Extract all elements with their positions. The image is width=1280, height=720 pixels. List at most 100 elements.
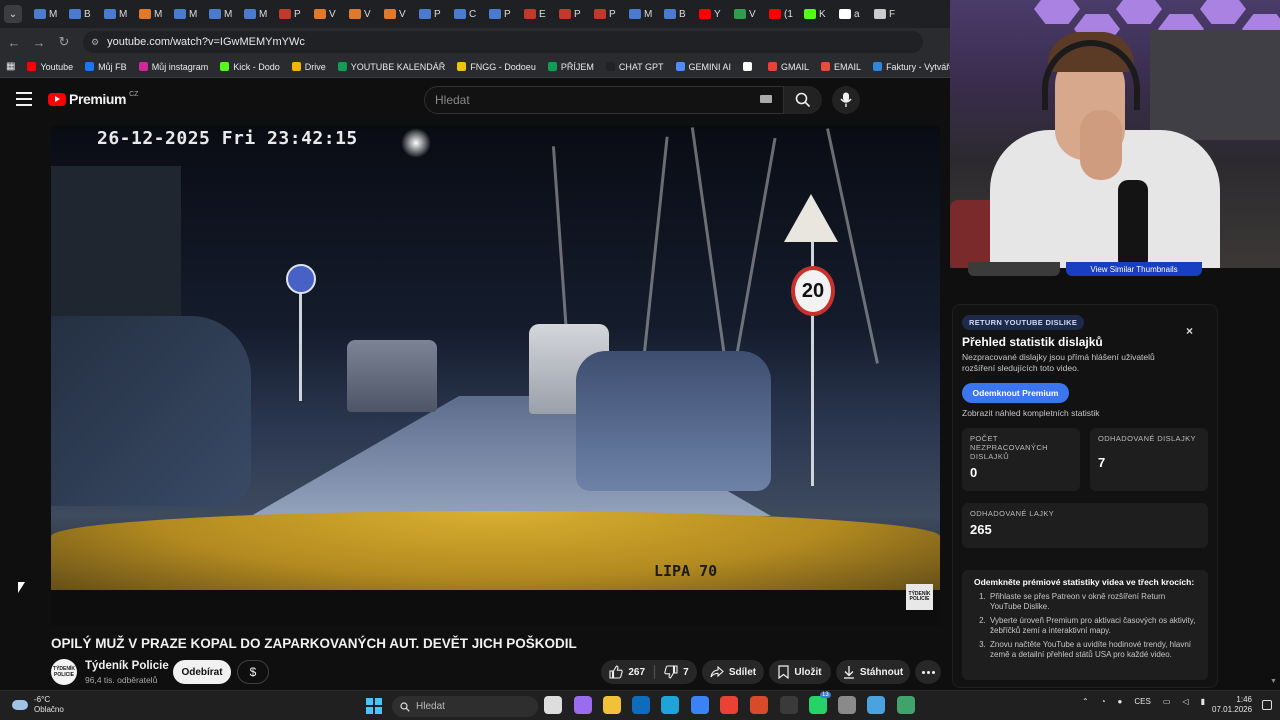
bookmark-item[interactable]: GEMINI AI <box>675 62 731 72</box>
keyboard-icon[interactable] <box>760 95 772 103</box>
weather-widget[interactable]: -6°C Oblačno <box>12 695 64 715</box>
browser-tab[interactable]: P <box>555 3 588 25</box>
language-indicator[interactable]: CES <box>1134 697 1150 706</box>
taskbar-clock[interactable]: 1:46 07.01.2026 <box>1212 695 1252 715</box>
bookmark-item[interactable] <box>743 62 756 71</box>
browser-tab[interactable]: V <box>380 3 413 25</box>
youtube-header: Premium CZ Hledat <box>0 78 950 122</box>
tab-search-dropdown-icon[interactable]: ⌄ <box>4 5 22 23</box>
voice-search-button[interactable] <box>832 86 860 114</box>
browser-tab[interactable]: P <box>590 3 623 25</box>
share-button[interactable]: Sdílet <box>702 660 764 684</box>
bookmark-item[interactable]: Drive <box>291 62 326 72</box>
whatsapp-icon[interactable] <box>809 696 827 714</box>
bookmark-favicon-icon <box>768 62 778 71</box>
bookmark-item[interactable]: PŘÍJEM <box>547 62 594 72</box>
save-button[interactable]: Uložit <box>769 660 831 684</box>
browser-tab[interactable]: B <box>660 3 693 25</box>
maps-icon[interactable] <box>897 696 915 714</box>
bookmark-item[interactable]: YOUTUBE KALENDÁŘ <box>337 62 445 72</box>
channel-name[interactable]: Týdeník Policie <box>85 660 169 672</box>
more-actions-button[interactable] <box>915 660 941 684</box>
preview-stats-link[interactable]: Zobrazit náhled kompletních statistik <box>962 408 1099 418</box>
tab-favicon-icon <box>699 9 711 19</box>
browser-tab[interactable]: M <box>100 3 133 25</box>
network-icon[interactable]: ◔ <box>1101 697 1106 706</box>
bookmark-item[interactable]: Kick - Dodo <box>220 62 280 72</box>
battery-icon[interactable]: ▮ <box>1201 697 1205 706</box>
file-explorer-icon[interactable] <box>603 696 621 714</box>
browser-tab[interactable]: M <box>30 3 63 25</box>
bookmark-item[interactable]: Faktury - Vytváření <box>873 62 950 72</box>
display-icon[interactable]: ▭ <box>1163 697 1171 706</box>
windows-start-icon[interactable] <box>366 698 382 714</box>
like-button[interactable]: 267 <box>609 665 645 679</box>
chrome-icon[interactable] <box>720 696 738 714</box>
bookmark-item[interactable]: Můj instagram <box>138 62 208 72</box>
forward-icon[interactable]: → <box>28 35 50 50</box>
video-player[interactable]: 20 26-12-2025 Fri 23:42:15 LIPA 70 TÝDEN… <box>51 126 940 626</box>
browser-tab[interactable]: Y <box>695 3 728 25</box>
hamburger-menu-icon[interactable] <box>16 92 32 106</box>
reload-icon[interactable]: ↻ <box>53 34 75 50</box>
bookmark-item[interactable]: Youtube <box>27 62 73 72</box>
browser-tab[interactable]: M <box>135 3 168 25</box>
browser-tab[interactable]: M <box>205 3 238 25</box>
meta-icon[interactable] <box>691 696 709 714</box>
search-button[interactable] <box>784 86 822 114</box>
browser-tab[interactable]: a <box>835 3 868 25</box>
channel-watermark[interactable]: TÝDENÍK POLICIE <box>906 584 933 610</box>
excel-dark-icon[interactable] <box>780 696 798 714</box>
microphone-icon[interactable]: ● <box>1118 697 1123 706</box>
view-similar-thumbnails-button[interactable]: View Similar Thumbnails <box>1066 262 1202 276</box>
browser-tab[interactable]: C <box>450 3 483 25</box>
calculator-icon[interactable] <box>838 696 856 714</box>
back-icon[interactable]: ← <box>3 35 25 50</box>
scroll-down-arrow-icon[interactable]: ▼ <box>1270 678 1278 686</box>
close-icon[interactable]: × <box>1186 324 1193 338</box>
outlook-icon[interactable] <box>632 696 650 714</box>
address-bar[interactable]: ⚙ youtube.com/watch?v=IGwMEMYmYWc <box>83 31 923 53</box>
taskbar-search[interactable]: Hledat <box>392 696 538 717</box>
browser-tab[interactable]: P <box>275 3 308 25</box>
bookmark-item[interactable]: Můj FB <box>85 62 127 72</box>
bookmark-favicon-icon <box>675 62 685 71</box>
bookmark-item[interactable]: EMAIL <box>821 62 861 72</box>
task-view-icon[interactable] <box>544 696 562 714</box>
bookmark-item[interactable]: CHAT GPT <box>605 62 664 72</box>
stat-label: POČET NEZPRACOVANÝCH DISLAJKŮ <box>970 434 1048 461</box>
support-button[interactable]: $ <box>237 660 269 684</box>
youtube-premium-logo[interactable]: Premium CZ <box>48 91 138 107</box>
browser-tab[interactable]: V <box>310 3 343 25</box>
stat-value: 265 <box>970 522 992 537</box>
volume-icon[interactable]: ◁ <box>1182 697 1188 706</box>
browser-tab[interactable]: (1 <box>765 3 798 25</box>
download-button[interactable]: Stáhnout <box>836 660 910 684</box>
notification-icon[interactable] <box>1262 700 1272 710</box>
search-input[interactable]: Hledat <box>424 86 784 114</box>
subscribe-button[interactable]: Odebírat <box>173 660 231 684</box>
channel-avatar[interactable]: TÝDENÍK POLICIE <box>51 659 77 685</box>
bookmark-item[interactable]: GMAIL <box>768 62 809 72</box>
notepad-icon[interactable] <box>867 696 885 714</box>
browser-tab[interactable]: P <box>485 3 518 25</box>
browser-tab[interactable]: M <box>170 3 203 25</box>
browser-tab[interactable]: V <box>345 3 378 25</box>
browser-tab[interactable]: E <box>520 3 553 25</box>
browser-tab[interactable]: F <box>870 3 903 25</box>
browser-tab[interactable]: V <box>730 3 763 25</box>
bookmark-item[interactable]: FNGG - Dodoeu <box>457 62 536 72</box>
browser-tab[interactable]: K <box>800 3 833 25</box>
browser-tab[interactable]: M <box>625 3 658 25</box>
site-info-icon[interactable]: ⚙ <box>91 37 99 48</box>
apps-grid-icon[interactable]: ▦ <box>6 61 15 72</box>
chevron-up-icon[interactable]: ⌃ <box>1082 697 1089 706</box>
edge-icon[interactable] <box>661 696 679 714</box>
dislike-button[interactable]: 7 <box>664 665 689 679</box>
browser-tab[interactable]: P <box>415 3 448 25</box>
copilot-icon[interactable] <box>574 696 592 714</box>
browser-tab[interactable]: B <box>65 3 98 25</box>
unlock-premium-button[interactable]: Odemknout Premium <box>962 383 1069 403</box>
obs-red-icon[interactable] <box>750 696 768 714</box>
browser-tab[interactable]: M <box>240 3 273 25</box>
